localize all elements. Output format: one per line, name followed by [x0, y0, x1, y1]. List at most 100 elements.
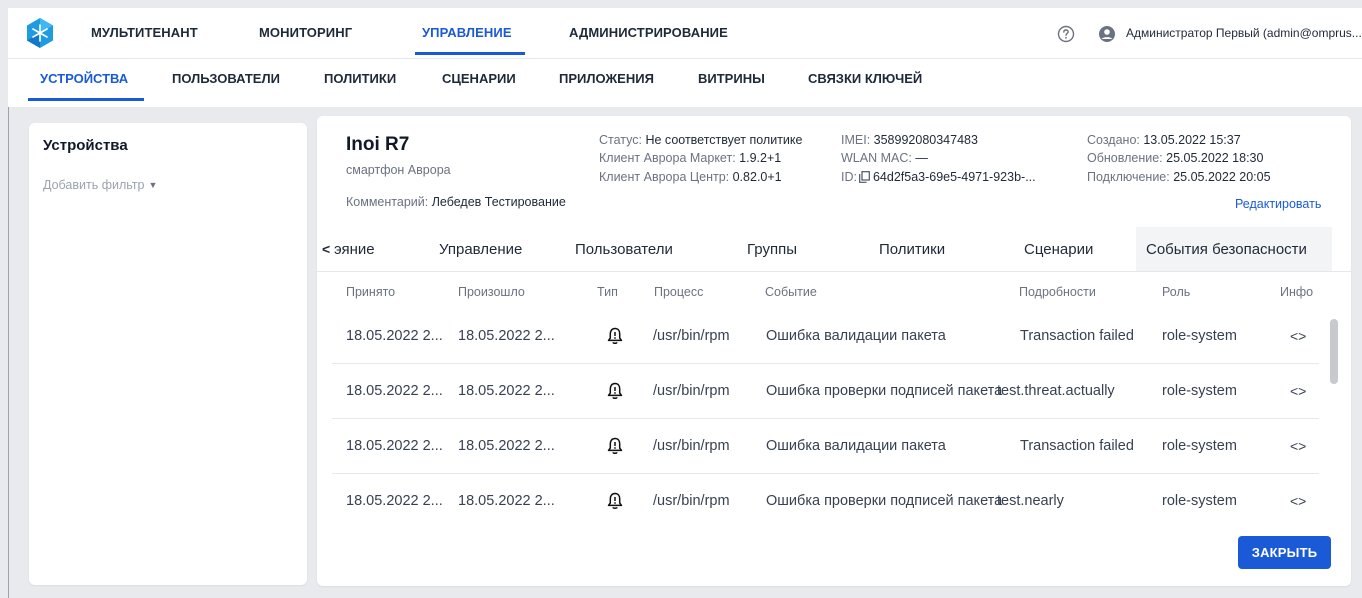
- user-name[interactable]: Администратор Первый (admin@omprus...: [1126, 26, 1362, 40]
- code-view-icon[interactable]: <>: [1290, 493, 1306, 509]
- topnav-monitoring[interactable]: МОНИТОРИНГ: [259, 25, 352, 40]
- cell-occurred: 18.05.2022 2...: [458, 438, 555, 454]
- close-button[interactable]: ЗАКРЫТЬ: [1238, 536, 1331, 569]
- imei-line: IMEI: 358992080347483: [841, 133, 978, 147]
- cell-received: 18.05.2022 2...: [346, 438, 443, 454]
- cell-occurred: 18.05.2022 2...: [458, 493, 555, 509]
- cell-details: test.threat.actually: [997, 383, 1115, 399]
- cell-details: test.nearly: [997, 493, 1064, 509]
- tab-users[interactable]: Пользователи: [575, 241, 673, 258]
- topnav-administration[interactable]: АДМИНИСТРИРОВАНИЕ: [569, 25, 728, 40]
- tabs-divider: [317, 271, 1351, 272]
- cell-event: Ошибка валидации пакета: [766, 438, 946, 454]
- device-type: смартфон Аврора: [346, 163, 451, 177]
- subnav-applications[interactable]: ПРИЛОЖЕНИЯ: [559, 71, 654, 86]
- cell-process: /usr/bin/rpm: [653, 493, 730, 509]
- cell-details: Transaction failed: [1020, 438, 1134, 454]
- column-header-info[interactable]: Инфо: [1280, 285, 1313, 299]
- column-header-received[interactable]: Принято: [346, 285, 395, 299]
- cell-process: /usr/bin/rpm: [653, 328, 730, 344]
- comment-value: Лебедев Тестирование: [431, 195, 566, 209]
- caret-down-icon: ▼: [148, 180, 158, 190]
- tab-groups[interactable]: Группы: [747, 241, 797, 258]
- tab-scenarios[interactable]: Сценарии: [1024, 241, 1093, 258]
- table-row[interactable]: 18.05.2022 2... 18.05.2022 2... /usr/bin…: [332, 475, 1319, 529]
- table-row[interactable]: 18.05.2022 2... 18.05.2022 2... /usr/bin…: [332, 365, 1319, 419]
- subnav-scenarios[interactable]: СЦЕНАРИИ: [442, 71, 516, 86]
- table-scrollbar[interactable]: [1330, 319, 1338, 384]
- code-view-icon[interactable]: <>: [1290, 383, 1306, 399]
- cell-event: Ошибка проверки подписей пакета: [766, 493, 1003, 509]
- tab-state[interactable]: эяние: [334, 241, 375, 258]
- cell-received: 18.05.2022 2...: [346, 328, 443, 344]
- updated-value: 25.05.2022 18:30: [1166, 151, 1264, 165]
- created-label: Создано:: [1087, 133, 1140, 147]
- wlan-line: WLAN MAC: —: [841, 151, 928, 165]
- top-navigation: МУЛЬТИТЕНАНТ МОНИТОРИНГ УПРАВЛЕНИЕ АДМИН…: [8, 8, 1362, 59]
- copy-icon[interactable]: [859, 171, 870, 183]
- device-comment: Комментарий: Лебедев Тестирование: [346, 195, 566, 209]
- status-label: Статус:: [599, 133, 642, 147]
- subnav-active-indicator: [28, 98, 144, 101]
- id-label: ID:: [841, 170, 857, 184]
- panel-title: Устройства: [43, 137, 128, 154]
- topnav-management[interactable]: УПРАВЛЕНИЕ: [422, 25, 512, 40]
- center-client-line: Клиент Аврора Центр: 0.82.0+1: [599, 170, 782, 184]
- cell-occurred: 18.05.2022 2...: [458, 328, 555, 344]
- table-row[interactable]: 18.05.2022 2... 18.05.2022 2... /usr/bin…: [332, 310, 1319, 364]
- column-header-process[interactable]: Процесс: [654, 285, 703, 299]
- cell-role: role-system: [1162, 383, 1237, 399]
- subnav-showcases[interactable]: ВИТРИНЫ: [698, 71, 765, 86]
- center-label: Клиент Аврора Центр:: [599, 170, 730, 184]
- connected-value: 25.05.2022 20:05: [1173, 170, 1271, 184]
- cell-role: role-system: [1162, 493, 1237, 509]
- cell-process: /usr/bin/rpm: [653, 383, 730, 399]
- tab-security-events[interactable]: События безопасности: [1146, 241, 1307, 258]
- updated-line: Обновление: 25.05.2022 18:30: [1087, 151, 1263, 165]
- connected-label: Подключение:: [1087, 170, 1170, 184]
- sub-navigation: УСТРОЙСТВА ПОЛЬЗОВАТЕЛИ ПОЛИТИКИ СЦЕНАРИ…: [8, 59, 1362, 107]
- subnav-devices[interactable]: УСТРОЙСТВА: [40, 71, 128, 86]
- code-view-icon[interactable]: <>: [1290, 328, 1306, 344]
- window-edge: [8, 107, 9, 598]
- column-header-role[interactable]: Роль: [1162, 285, 1190, 299]
- center-value: 0.82.0+1: [732, 170, 782, 184]
- edit-link[interactable]: Редактировать: [1235, 197, 1321, 211]
- device-name: Inoi R7: [346, 134, 410, 155]
- created-line: Создано: 13.05.2022 15:37: [1087, 133, 1241, 147]
- devices-filter-panel: Устройства Добавить фильтр ▼: [29, 123, 307, 585]
- column-header-details[interactable]: Подробности: [1019, 285, 1096, 299]
- tabs-scroll-left-icon[interactable]: <: [322, 241, 330, 257]
- bell-alert-icon: [607, 382, 623, 400]
- cell-role: role-system: [1162, 328, 1237, 344]
- connected-line: Подключение: 25.05.2022 20:05: [1087, 170, 1271, 184]
- cell-role: role-system: [1162, 438, 1237, 454]
- help-icon[interactable]: [1057, 25, 1075, 43]
- wlan-value: —: [915, 151, 928, 165]
- device-details-panel: Inoi R7 смартфон Аврора Комментарий: Леб…: [317, 116, 1351, 586]
- user-avatar-icon[interactable]: [1098, 25, 1116, 43]
- tab-management[interactable]: Управление: [439, 241, 522, 258]
- cell-received: 18.05.2022 2...: [346, 493, 443, 509]
- column-header-event[interactable]: Событие: [765, 285, 817, 299]
- subnav-keychains[interactable]: СВЯЗКИ КЛЮЧЕЙ: [808, 71, 922, 86]
- table-row[interactable]: 18.05.2022 2... 18.05.2022 2... /usr/bin…: [332, 420, 1319, 474]
- tab-policies[interactable]: Политики: [879, 241, 945, 258]
- column-header-type[interactable]: Тип: [597, 285, 618, 299]
- topnav-multitenant[interactable]: МУЛЬТИТЕНАНТ: [91, 25, 198, 40]
- add-filter-button[interactable]: Добавить фильтр ▼: [43, 178, 157, 192]
- bell-alert-icon: [607, 327, 623, 345]
- imei-value: 358992080347483: [873, 133, 978, 147]
- column-header-occurred[interactable]: Произошло: [458, 285, 525, 299]
- cell-process: /usr/bin/rpm: [653, 438, 730, 454]
- id-line: ID: 64d2f5a3-69e5-4971-923b-...: [841, 170, 1036, 184]
- cell-details: Transaction failed: [1020, 328, 1134, 344]
- code-view-icon[interactable]: <>: [1290, 438, 1306, 454]
- bell-alert-icon: [607, 437, 623, 455]
- add-filter-label: Добавить фильтр: [43, 178, 145, 192]
- wlan-label: WLAN MAC:: [841, 151, 912, 165]
- id-value: 64d2f5a3-69e5-4971-923b-...: [872, 170, 1036, 184]
- subnav-users[interactable]: ПОЛЬЗОВАТЕЛИ: [172, 71, 280, 86]
- app-logo-icon[interactable]: [24, 17, 56, 49]
- subnav-policies[interactable]: ПОЛИТИКИ: [324, 71, 396, 86]
